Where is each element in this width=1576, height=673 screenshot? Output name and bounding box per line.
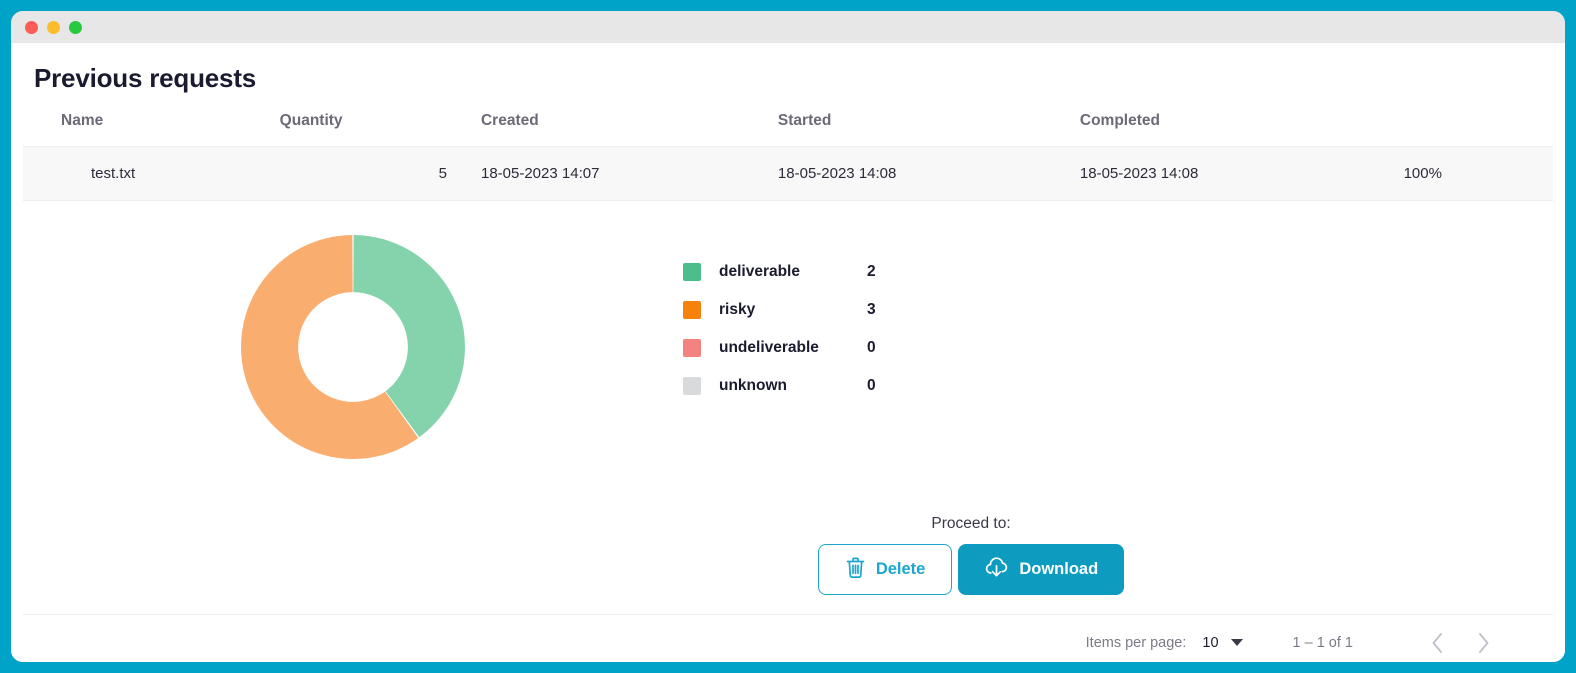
cloud-download-icon <box>984 556 1009 583</box>
cell-created: 18-05-2023 14:07 <box>481 147 778 201</box>
chart-legend: deliverable 2 risky 3 undeliverable 0 <box>683 219 876 405</box>
page-content: Previous requests Name Quantity Created … <box>11 43 1565 662</box>
download-button-label: Download <box>1019 560 1098 579</box>
legend-item-unknown: unknown 0 <box>683 367 876 405</box>
page-title: Previous requests <box>23 43 1553 94</box>
table-row[interactable]: test.txt 5 18-05-2023 14:07 18-05-2023 1… <box>23 147 1553 201</box>
column-header-quantity[interactable]: Quantity <box>280 112 481 147</box>
proceed-actions: Proceed to: Delete <box>781 515 1161 595</box>
maximize-window-button[interactable] <box>69 21 82 34</box>
cell-started: 18-05-2023 14:08 <box>778 147 1080 201</box>
legend-swatch-unknown <box>683 377 701 395</box>
paginator: Items per page: 10 1 – 1 of 1 <box>23 614 1553 662</box>
legend-swatch-undeliverable <box>683 339 701 357</box>
close-window-button[interactable] <box>25 21 38 34</box>
requests-table: Name Quantity Created Started Completed … <box>23 112 1553 201</box>
delete-button-label: Delete <box>876 560 926 579</box>
legend-swatch-deliverable <box>683 263 701 281</box>
column-header-completed[interactable]: Completed <box>1080 112 1342 147</box>
table-body: test.txt 5 18-05-2023 14:07 18-05-2023 1… <box>23 147 1553 201</box>
items-per-page-value[interactable]: 10 <box>1202 635 1218 651</box>
cell-completed: 18-05-2023 14:08 <box>1080 147 1342 201</box>
page-range-label: 1 – 1 of 1 <box>1293 635 1353 651</box>
donut-chart <box>233 227 473 467</box>
next-page-button[interactable] <box>1463 623 1503 663</box>
items-per-page-label: Items per page: <box>1086 635 1187 651</box>
trash-icon <box>845 556 866 584</box>
legend-value-risky: 3 <box>867 301 876 319</box>
cell-name: test.txt <box>23 147 280 201</box>
legend-item-risky: risky 3 <box>683 291 876 329</box>
column-header-created[interactable]: Created <box>481 112 778 147</box>
column-header-name[interactable]: Name <box>23 112 280 147</box>
proceed-label: Proceed to: <box>781 515 1161 533</box>
legend-item-undeliverable: undeliverable 0 <box>683 329 876 367</box>
results-chart-area: deliverable 2 risky 3 undeliverable 0 <box>23 219 1553 469</box>
column-header-started[interactable]: Started <box>778 112 1080 147</box>
legend-item-deliverable: deliverable 2 <box>683 253 876 291</box>
legend-label-deliverable: deliverable <box>719 263 867 281</box>
legend-label-risky: risky <box>719 301 867 319</box>
minimize-window-button[interactable] <box>47 21 60 34</box>
delete-button[interactable]: Delete <box>818 544 953 595</box>
cell-progress: 100% <box>1342 147 1553 201</box>
legend-value-undeliverable: 0 <box>867 339 876 357</box>
previous-page-button[interactable] <box>1417 623 1457 663</box>
window-titlebar <box>11 11 1565 43</box>
cell-quantity: 5 <box>280 147 481 201</box>
legend-swatch-risky <box>683 301 701 319</box>
desktop-background: Previous requests Name Quantity Created … <box>0 0 1576 673</box>
table-header: Name Quantity Created Started Completed <box>23 112 1553 147</box>
app-window: Previous requests Name Quantity Created … <box>11 11 1565 662</box>
download-button[interactable]: Download <box>958 544 1124 595</box>
legend-value-unknown: 0 <box>867 377 876 395</box>
legend-label-unknown: unknown <box>719 377 867 395</box>
table-header-row: Name Quantity Created Started Completed <box>23 112 1553 147</box>
legend-label-undeliverable: undeliverable <box>719 339 867 357</box>
donut-chart-wrapper <box>23 219 683 467</box>
action-button-row: Delete Download <box>781 544 1161 595</box>
chevron-down-icon[interactable] <box>1231 639 1243 646</box>
legend-value-deliverable: 2 <box>867 263 876 281</box>
column-header-progress <box>1342 112 1553 147</box>
